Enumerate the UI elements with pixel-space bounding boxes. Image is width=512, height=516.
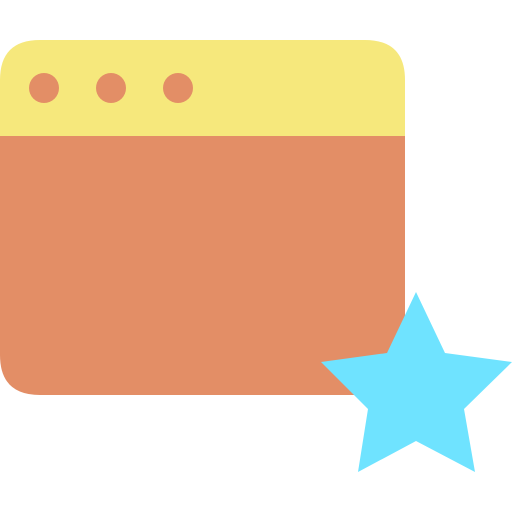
favorite-window-graphic bbox=[0, 40, 512, 472]
window-title-bar bbox=[0, 40, 405, 136]
window-dot-1 bbox=[29, 73, 59, 103]
browser-window bbox=[0, 136, 405, 395]
favorite-window-icon bbox=[0, 0, 512, 512]
window-dot-3 bbox=[163, 73, 193, 103]
window-dot-2 bbox=[96, 73, 126, 103]
